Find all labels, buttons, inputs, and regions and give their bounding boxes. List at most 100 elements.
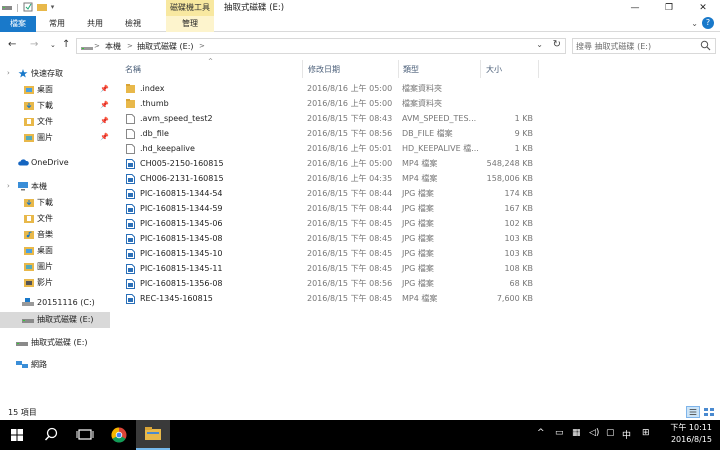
pin-icon[interactable]: 📌 [100, 130, 109, 145]
documents-folder-icon [24, 215, 34, 223]
network-tray-icon[interactable]: ▦ [572, 428, 581, 438]
sidebar-item-onedrive[interactable]: OneDrive [0, 155, 110, 170]
refresh-icon[interactable]: ↻ [553, 39, 561, 50]
file-row[interactable]: PIC-160815-1345-11 2016/8/15 下午 08:45 JPG … [110, 261, 540, 276]
sidebar-item-pc-videos[interactable]: 影片 [0, 275, 110, 290]
file-row[interactable]: .db_file 2016/8/15 下午 08:56 DB_FILE 檔案 9 KB [110, 126, 540, 141]
file-size: 1 KB [514, 144, 533, 153]
collapse-arrow-icon[interactable]: › [7, 179, 10, 194]
file-size: 167 KB [504, 204, 533, 213]
task-view-button[interactable] [68, 420, 102, 450]
search-taskbar-button[interactable] [34, 420, 68, 450]
sidebar-item-pc-desktop[interactable]: 桌面 [0, 243, 110, 258]
back-arrow-icon[interactable]: ← [8, 39, 16, 50]
file-row[interactable]: CH006-2131-160815 2016/8/16 上午 04:35 MP4 檔… [110, 171, 540, 186]
ime-indicator[interactable]: 中 [622, 428, 631, 441]
sidebar-item-pc-pictures[interactable]: 圖片 [0, 259, 110, 274]
tab-manage[interactable]: 管理 [166, 16, 214, 32]
file-row[interactable]: CH005-2150-160815 2016/8/16 上午 05:00 MP4 檔… [110, 156, 540, 171]
file-row[interactable]: .avm_speed_test2 2016/8/15 下午 08:43 AVM_SP… [110, 111, 540, 126]
file-row[interactable]: .hd_keepalive 2016/8/16 上午 05:01 HD_KEEPAL… [110, 141, 540, 156]
breadcrumb-separator-icon[interactable]: > [94, 40, 100, 53]
recent-locations-icon[interactable]: ⌄ [50, 41, 56, 49]
pin-icon[interactable]: 📌 [100, 114, 109, 129]
details-view-icon[interactable] [686, 406, 700, 418]
sidebar-item-quick-access[interactable]: › 快速存取 [0, 66, 110, 81]
chrome-taskbar-button[interactable] [102, 420, 136, 450]
keyboard-icon[interactable]: ⊞ [642, 428, 650, 438]
column-header-size[interactable]: 大小 [486, 64, 502, 75]
breadcrumb-separator-icon[interactable]: > [127, 40, 133, 53]
media-file-icon [126, 219, 135, 229]
close-button[interactable]: ✕ [686, 0, 720, 16]
up-arrow-icon[interactable]: ↑ [62, 39, 70, 50]
file-row[interactable]: REC-1345-160815 2016/8/15 下午 08:45 MP4 檔案 7… [110, 291, 540, 306]
file-row[interactable]: PIC-160815-1356-08 2016/8/15 下午 08:56 JPG … [110, 276, 540, 291]
search-box[interactable] [572, 38, 716, 54]
pin-icon[interactable]: 📌 [100, 98, 109, 113]
pin-icon[interactable]: 📌 [100, 82, 109, 97]
column-divider[interactable] [302, 60, 303, 78]
sidebar-item-this-pc[interactable]: › 本機 [0, 179, 110, 194]
file-row[interactable]: .thumb 2016/8/16 上午 05:00 檔案資料夾 [110, 96, 540, 111]
sidebar-item-downloads[interactable]: 下載 📌 [0, 98, 110, 113]
column-header-name[interactable]: 名稱 [125, 64, 141, 75]
clock[interactable]: 下午 10:11 2016/8/15 [670, 422, 712, 446]
sidebar-item-pc-music[interactable]: 音樂 [0, 227, 110, 242]
address-bar[interactable]: > 本機 > 抽取式磁碟 (E:) > ⌄ ↻ [76, 38, 566, 54]
file-type: JPG 檔案 [402, 204, 434, 213]
tab-file[interactable]: 檔案 [0, 16, 36, 32]
breadcrumb-drive-e[interactable]: 抽取式磁碟 (E:) [137, 40, 194, 53]
address-dropdown-icon[interactable]: ⌄ [536, 40, 543, 49]
volume-icon[interactable]: ◁) [589, 428, 599, 438]
address-row: ← → ⌄ ↑ > 本機 > 抽取式磁碟 (E:) > ⌄ ↻ [0, 36, 720, 56]
sidebar-item-pictures[interactable]: 圖片 📌 [0, 130, 110, 145]
file-row[interactable]: PIC-160815-1345-06 2016/8/15 下午 08:45 JPG … [110, 216, 540, 231]
videos-folder-icon [24, 279, 34, 287]
sidebar-item-pc-documents[interactable]: 文件 [0, 211, 110, 226]
properties-icon[interactable] [23, 2, 33, 12]
minimize-button[interactable]: — [618, 0, 652, 16]
file-explorer-taskbar-button[interactable] [136, 420, 170, 450]
new-folder-icon[interactable] [36, 2, 47, 12]
large-icons-view-icon[interactable] [702, 406, 716, 418]
expand-ribbon-icon[interactable]: ⌄ [691, 19, 698, 28]
tab-share[interactable]: 共用 [78, 16, 112, 32]
sidebar-item-removable-drive[interactable]: 抽取式磁碟 (E:) [0, 335, 110, 350]
column-header-type[interactable]: 類型 [403, 64, 419, 75]
sidebar-item-desktop[interactable]: 桌面 📌 [0, 82, 110, 97]
sidebar-item-drive-c[interactable]: 20151116 (C:) [0, 295, 110, 310]
column-header-date[interactable]: 修改日期 [308, 64, 340, 75]
search-input[interactable] [576, 40, 694, 52]
start-button[interactable] [0, 420, 34, 450]
battery-icon[interactable]: ▭ [555, 428, 564, 438]
collapse-arrow-icon[interactable]: › [7, 66, 10, 81]
sidebar-item-network[interactable]: 網路 [0, 357, 110, 372]
file-row[interactable]: PIC-160815-1345-08 2016/8/15 下午 08:45 JPG … [110, 231, 540, 246]
file-date: 2016/8/15 下午 08:56 [307, 279, 393, 288]
file-row[interactable]: PIC-160815-1344-59 2016/8/15 下午 08:44 JPG … [110, 201, 540, 216]
column-divider[interactable] [398, 60, 399, 78]
sidebar-item-drive-e[interactable]: 抽取式磁碟 (E:) [0, 312, 110, 328]
column-divider[interactable] [538, 60, 539, 78]
tab-view[interactable]: 檢視 [116, 16, 150, 32]
file-row[interactable]: PIC-160815-1345-10 2016/8/15 下午 08:45 JPG … [110, 246, 540, 261]
column-divider[interactable] [480, 60, 481, 78]
sidebar-item-documents[interactable]: 文件 📌 [0, 114, 110, 129]
show-hidden-icons-icon[interactable]: ^ [537, 428, 545, 438]
column-headers: ^ 名稱 修改日期 類型 大小 [110, 58, 720, 80]
customize-qat-icon[interactable]: ▾ [51, 3, 55, 11]
notification-icon[interactable]: ▢ [606, 428, 615, 438]
breadcrumb-separator-icon[interactable]: > [199, 40, 205, 53]
tab-home[interactable]: 常用 [40, 16, 74, 32]
file-row[interactable]: PIC-160815-1344-54 2016/8/15 下午 08:44 JPG … [110, 186, 540, 201]
search-icon[interactable] [700, 40, 711, 51]
maximize-button[interactable]: ❐ [652, 0, 686, 16]
sidebar-item-pc-downloads[interactable]: 下載 [0, 195, 110, 210]
drive-icon[interactable] [2, 2, 12, 12]
file-type: JPG 檔案 [402, 249, 434, 258]
help-icon[interactable]: ? [702, 17, 714, 29]
file-row[interactable]: .index 2016/8/16 上午 05:00 檔案資料夾 [110, 81, 540, 96]
forward-arrow-icon[interactable]: → [30, 39, 38, 50]
breadcrumb-this-pc[interactable]: 本機 [105, 40, 121, 53]
